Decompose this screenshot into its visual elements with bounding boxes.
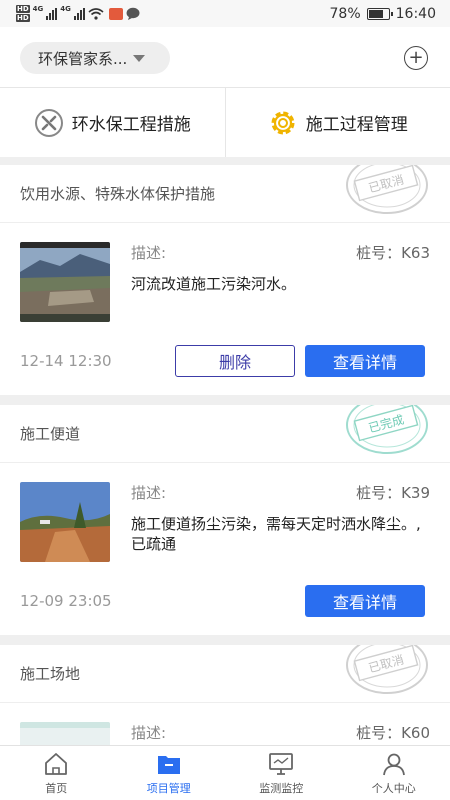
engineering-measures-label: 环水保工程措施 bbox=[71, 115, 191, 135]
pile-number: 桩号：K60 bbox=[356, 724, 430, 742]
folder-icon bbox=[157, 756, 180, 774]
tools-icon bbox=[34, 108, 63, 137]
network-type-b: 4G bbox=[60, 4, 71, 13]
nav-home[interactable]: 首页 bbox=[0, 746, 113, 800]
chat-bubble-icon bbox=[126, 7, 140, 20]
description-label: 描述: bbox=[131, 484, 167, 502]
record-list: 已取消 饮用水源、特殊水体保护措施 描述: 桩号：K63 河流改道施工污染河水。… bbox=[0, 165, 450, 800]
nav-project-management[interactable]: 项目管理 bbox=[113, 746, 226, 800]
gear-icon bbox=[271, 111, 295, 134]
engineering-measures-button[interactable]: 环水保工程措施 bbox=[0, 88, 225, 157]
record-body: 描述: 桩号：K63 河流改道施工污染河水。 bbox=[0, 223, 450, 327]
status-right: 78% 16:40 bbox=[330, 6, 436, 22]
record-body: 描述: 桩号：K39 施工便道扬尘污染，需每天定时洒水降尘。,已疏通 bbox=[0, 463, 450, 567]
nav-personal-center[interactable]: 个人中心 bbox=[338, 746, 450, 800]
clock: 16:40 bbox=[395, 5, 436, 22]
network-type-a: 4G bbox=[32, 4, 44, 13]
record-description: 河流改道施工污染河水。 bbox=[131, 275, 297, 293]
pile-number: 桩号：K39 bbox=[356, 484, 430, 502]
process-management-button[interactable]: 施工过程管理 bbox=[224, 88, 450, 157]
cancelled-stamp: 已取消 bbox=[346, 645, 428, 694]
pile-number: 桩号：K63 bbox=[356, 244, 430, 262]
project-selector-label: 环保管家系... bbox=[38, 49, 128, 68]
cancelled-stamp: 已取消 bbox=[346, 165, 428, 214]
record-time: 12-09 23:05 bbox=[20, 592, 112, 610]
app-notification-icon bbox=[108, 7, 123, 20]
completed-stamp: 已完成 bbox=[346, 405, 428, 454]
record-actions: 删除 查看详情 bbox=[175, 345, 425, 377]
monitor-icon bbox=[269, 753, 294, 775]
view-details-button[interactable]: 查看详情 bbox=[305, 585, 425, 617]
record-photo[interactable] bbox=[20, 242, 110, 322]
nav-monitoring-label: 监测监控 bbox=[259, 782, 304, 795]
record-meta: 描述: 桩号：K60 bbox=[131, 722, 430, 744]
record-card[interactable]: 已完成 施工便道 描述: 桩号：K39 施工便道扬尘污染，需每天定时洒水降尘。,… bbox=[0, 405, 450, 635]
caret-down-icon bbox=[133, 54, 146, 62]
process-management-label: 施工过程管理 bbox=[305, 115, 408, 135]
record-photo[interactable] bbox=[20, 482, 110, 562]
user-icon bbox=[382, 753, 405, 776]
home-icon bbox=[45, 753, 68, 775]
record-footer: 12-09 23:05 查看详情 bbox=[0, 567, 450, 635]
battery-percent: 78% bbox=[329, 5, 361, 22]
record-meta: 描述: 桩号：K63 bbox=[131, 242, 430, 264]
record-footer: 12-14 12:30 删除 查看详情 bbox=[0, 327, 450, 395]
record-info: 描述: 桩号：K39 施工便道扬尘污染，需每天定时洒水降尘。,已疏通 bbox=[131, 482, 430, 567]
record-description: 施工便道扬尘污染，需每天定时洒水降尘。,已疏通 bbox=[131, 515, 421, 553]
top-actions: 环水保工程措施 施工过程管理 bbox=[0, 87, 450, 157]
nav-project-management-label: 项目管理 bbox=[146, 782, 191, 795]
project-selector[interactable]: 环保管家系... bbox=[20, 42, 170, 74]
bottom-nav: 首页 项目管理 监测监控 个人中心 bbox=[0, 745, 450, 800]
site-photo-image bbox=[20, 482, 110, 562]
record-card[interactable]: 已取消 饮用水源、特殊水体保护措施 描述: 桩号：K63 河流改道施工污染河水。… bbox=[0, 165, 450, 395]
plus-icon: + bbox=[408, 47, 424, 68]
signal-icon bbox=[73, 7, 85, 20]
nav-home-label: 首页 bbox=[45, 782, 68, 795]
battery-icon bbox=[366, 7, 393, 20]
nav-personal-center-label: 个人中心 bbox=[371, 782, 416, 795]
delete-button[interactable]: 删除 bbox=[175, 345, 295, 377]
nav-monitoring[interactable]: 监测监控 bbox=[225, 746, 338, 800]
record-actions: 查看详情 bbox=[305, 585, 425, 617]
record-time: 12-14 12:30 bbox=[20, 352, 112, 370]
record-info: 描述: 桩号：K63 河流改道施工污染河水。 bbox=[131, 242, 430, 327]
description-label: 描述: bbox=[131, 244, 167, 262]
wifi-icon bbox=[88, 7, 104, 20]
add-button[interactable]: + bbox=[404, 46, 428, 70]
status-bar: HD HD 4G 4G 78% 16:40 bbox=[0, 0, 450, 27]
hd-icon: HD HD bbox=[16, 5, 30, 22]
app-header: 环保管家系... + bbox=[0, 27, 450, 87]
signal-icon bbox=[46, 7, 58, 20]
description-label: 描述: bbox=[131, 724, 167, 742]
status-icons: HD HD 4G 4G bbox=[16, 5, 140, 23]
record-meta: 描述: 桩号：K39 bbox=[131, 482, 430, 504]
site-photo-image bbox=[20, 242, 110, 322]
view-details-button[interactable]: 查看详情 bbox=[305, 345, 425, 377]
